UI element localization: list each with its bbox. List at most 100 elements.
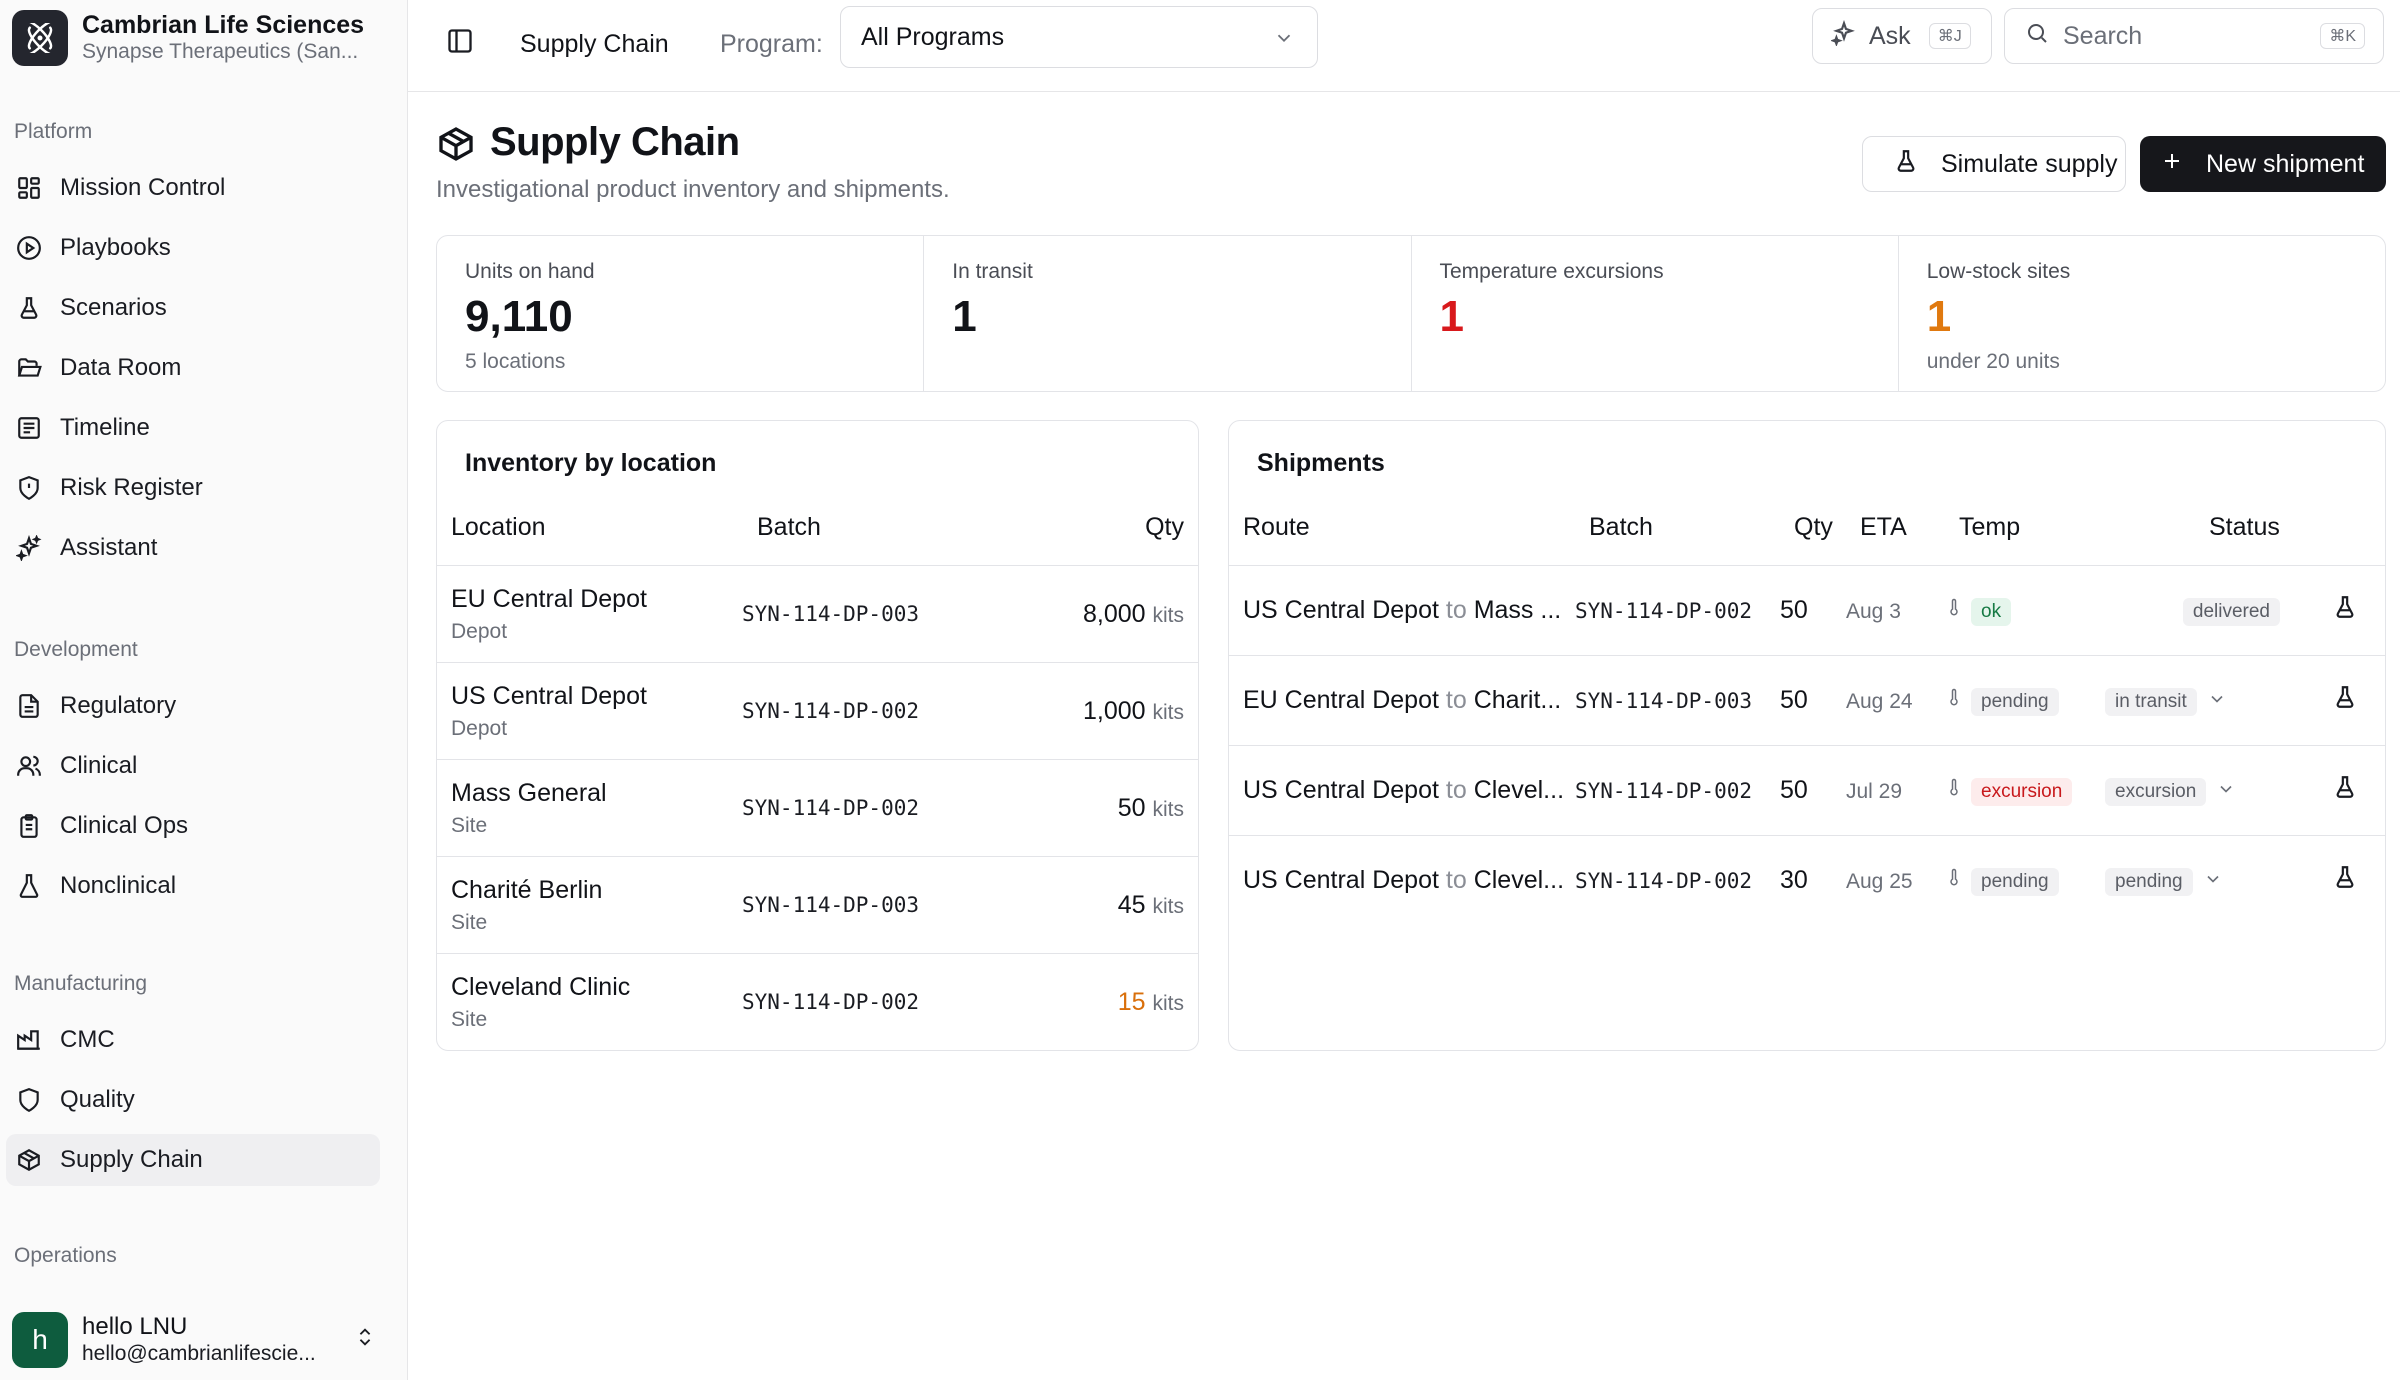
stat-label: Low-stock sites — [1926, 260, 2071, 283]
eta-value: Aug 25 — [1846, 869, 1913, 893]
stat-note: 5 locations — [465, 350, 566, 373]
route-to-word: to — [1445, 686, 1467, 714]
status-badge: delivered — [2182, 597, 2280, 626]
simulate-supply-button[interactable]: Simulate supply — [1862, 136, 2126, 192]
table-row: Mass General Site SYN-114-DP-002 50 kits — [437, 759, 1198, 857]
program-select[interactable]: All Programs — [840, 6, 1318, 68]
qty-value: 50 — [1117, 793, 1146, 822]
inventory-table: EU Central Depot Depot SYN-114-DP-003 8,000… — [437, 565, 1198, 1050]
breadcrumb[interactable]: Supply Chain — [520, 22, 669, 66]
stat-value: 1 — [952, 292, 977, 341]
location-name: EU Central Depot — [451, 584, 647, 613]
sidebar-item-timeline[interactable]: Timeline — [6, 402, 380, 454]
search-shortcut: ⌘K — [2320, 23, 2365, 49]
status-value: pending — [2105, 867, 2193, 896]
search-input[interactable]: Search ⌘K — [2004, 8, 2384, 64]
org-switcher[interactable]: Cambrian Life Sciences Synapse Therapeut… — [12, 8, 392, 68]
route-to-word: to — [1445, 866, 1467, 895]
sidebar-item-playbooks[interactable]: Playbooks — [6, 222, 380, 274]
status-select[interactable]: in transit — [2105, 687, 2227, 716]
sidebar-item-clinical[interactable]: Clinical — [6, 740, 380, 792]
ask-label: Ask — [1869, 21, 1911, 50]
flask-icon[interactable] — [2332, 866, 2358, 896]
flask-icon[interactable] — [2332, 686, 2358, 716]
status-value: in transit — [2105, 687, 2197, 716]
sidebar-item-scenarios[interactable]: Scenarios — [6, 282, 380, 334]
folder-open-icon — [14, 353, 44, 383]
clipboard-list-icon — [14, 811, 44, 841]
sidebar-item-clinical-ops[interactable]: Clinical Ops — [6, 800, 380, 852]
inventory-card: Inventory by location Location Batch Qty… — [436, 420, 1199, 1051]
location-name: Charité Berlin — [451, 875, 603, 904]
sidebar-item-cmc[interactable]: CMC — [6, 1014, 380, 1066]
stat-value: 9,110 — [465, 292, 573, 341]
sidebar-item-label: Clinical Ops — [60, 812, 189, 839]
sidebar-item-mission-control[interactable]: Mission Control — [6, 162, 380, 214]
user-name: hello LNU — [82, 1313, 188, 1340]
qty-value: 1,000 — [1082, 696, 1146, 725]
chevron-down-icon — [1273, 27, 1295, 56]
top-bar: Supply Chain Program: All Programs Ask ⌘… — [408, 0, 2400, 92]
shipments-table: US Central Depot to Mass ... SYN-114-DP-0… — [1229, 565, 2385, 926]
flask-icon[interactable] — [2332, 596, 2358, 626]
sidebar-item-nonclinical[interactable]: Nonclinical — [6, 860, 380, 912]
shipments-card: Shipments Route Batch Qty ETA Temp Statu… — [1228, 420, 2386, 1051]
thermometer-icon — [1945, 597, 1963, 624]
org-logo-icon — [12, 10, 68, 66]
sidebar-item-data-room[interactable]: Data Room — [6, 342, 380, 394]
sidebar-item-assistant[interactable]: Assistant — [6, 522, 380, 574]
flask-icon — [14, 293, 44, 323]
sidebar-item-risk-register[interactable]: Risk Register — [6, 462, 380, 514]
program-label: Program: — [720, 30, 823, 58]
qty-value: 50 — [1780, 596, 1808, 624]
route-destination: Clevel... — [1473, 866, 1565, 895]
new-shipment-button[interactable]: New shipment — [2140, 136, 2386, 192]
table-row: EU Central Depot to Charit... SYN-114-DP-… — [1229, 655, 2385, 746]
batch-id: SYN-114-DP-002 — [1575, 778, 1753, 803]
sidebar-item-label: Timeline — [60, 414, 150, 441]
shipments-title: Shipments — [1257, 449, 1385, 477]
section-label-operations: Operations — [14, 1244, 117, 1267]
sidebar-item-label: Scenarios — [60, 294, 167, 321]
table-row: US Central Depot Depot SYN-114-DP-002 1,000… — [437, 662, 1198, 760]
factory-icon — [14, 1025, 44, 1055]
search-placeholder: Search — [2063, 21, 2143, 50]
qty-unit: kits — [1152, 894, 1185, 918]
route-to-word: to — [1445, 776, 1467, 804]
sidebar-item-label: CMC — [60, 1026, 115, 1053]
thermometer-icon — [1945, 867, 1963, 894]
column-header-route: Route — [1243, 513, 1310, 541]
location-type: Depot — [451, 619, 508, 643]
user-menu[interactable]: h hello LNU hello@cambrianlifescie... — [12, 1308, 392, 1372]
flask-icon[interactable] — [2332, 776, 2358, 806]
eta-value: Aug 24 — [1846, 689, 1913, 713]
batch-id: SYN-114-DP-002 — [1575, 868, 1753, 893]
column-header-qty: Qty — [1794, 513, 1833, 541]
batch-id: SYN-114-DP-002 — [742, 796, 920, 820]
page-subtitle: Investigational product inventory and sh… — [436, 176, 950, 203]
column-header-batch: Batch — [1589, 513, 1653, 541]
location-name: Mass General — [451, 778, 607, 807]
route-to-word: to — [1445, 596, 1467, 624]
section-label-manufacturing: Manufacturing — [14, 972, 148, 995]
file-text-icon — [14, 691, 44, 721]
temp-status-badge: pending — [1971, 687, 2059, 716]
sidebar-item-regulatory[interactable]: Regulatory — [6, 680, 380, 732]
stats-row: Units on hand 9,110 5 locations In trans… — [436, 235, 2386, 392]
sidebar-item-label: Playbooks — [60, 234, 171, 261]
qty-unit: kits — [1152, 797, 1185, 821]
sidebar-item-label: Quality — [60, 1086, 135, 1113]
avatar: h — [12, 1312, 68, 1368]
status-select[interactable]: pending — [2105, 867, 2223, 896]
chevrons-up-down-icon — [354, 1326, 376, 1355]
route-from: US Central Depot — [1243, 596, 1439, 624]
sidebar-item-label: Supply Chain — [60, 1146, 203, 1173]
ask-button[interactable]: Ask ⌘J — [1812, 8, 1992, 64]
sidebar-toggle-button[interactable] — [438, 22, 482, 66]
plus-icon — [2160, 149, 2184, 180]
sidebar-item-label: Data Room — [60, 354, 182, 381]
location-type: Site — [451, 1007, 488, 1031]
sidebar-item-supply-chain[interactable]: Supply Chain — [6, 1134, 380, 1186]
sidebar-item-quality[interactable]: Quality — [6, 1074, 380, 1126]
status-select[interactable]: excursion — [2105, 777, 2236, 806]
